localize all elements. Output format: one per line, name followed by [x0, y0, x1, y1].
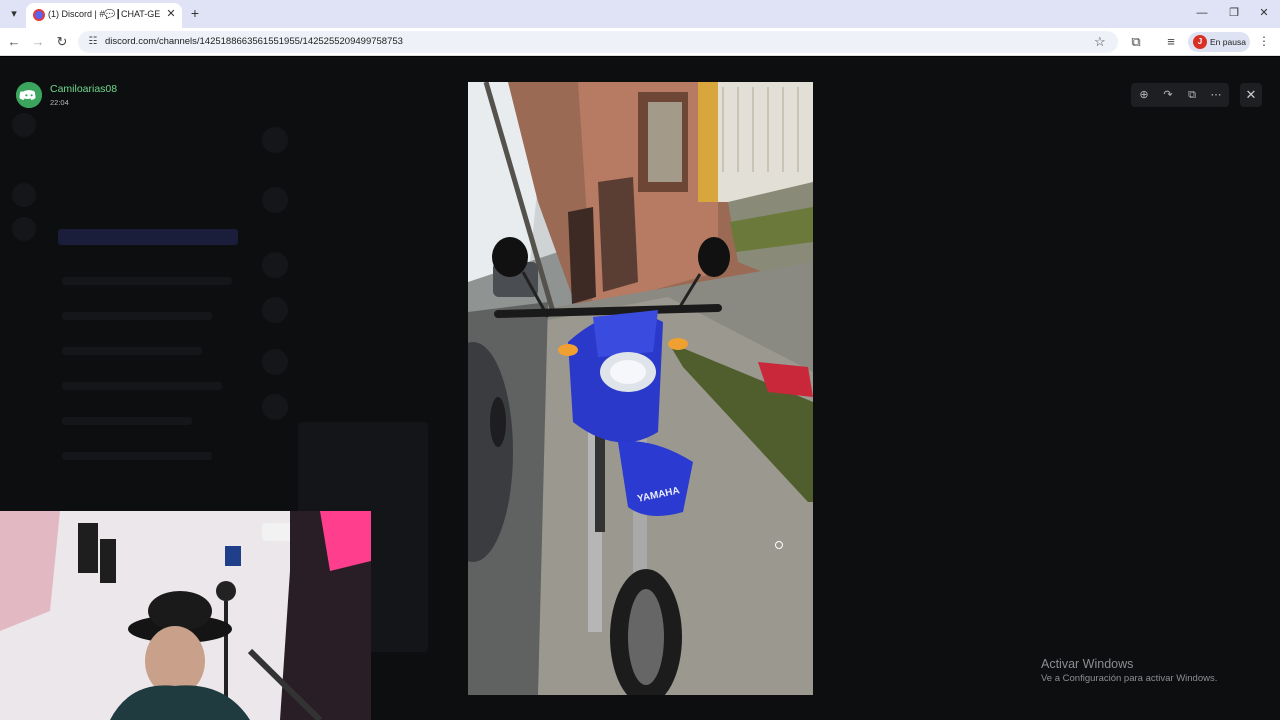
channel-row	[62, 312, 212, 320]
profile-status-label: En pausa	[1210, 37, 1246, 47]
channel-row	[62, 347, 202, 355]
forward-icon[interactable]: →	[30, 34, 46, 50]
restore-button[interactable]: ❐	[1222, 5, 1246, 21]
browser-tab[interactable]: (1) Discord | #💬┃CHAT-GENERAL ✕	[26, 3, 182, 28]
tab-strip: ▾ (1) Discord | #💬┃CHAT-GENERAL ✕ + — ❐ …	[0, 0, 1280, 28]
message-avatar	[262, 349, 288, 375]
discord-page: Camiloarias08 22:04 YAMAHA ⊕ ↷ ⧉ ⋯ ✕ Act…	[0, 57, 1280, 720]
tab-close-icon[interactable]: ✕	[164, 7, 178, 21]
forward-icon[interactable]: ↷	[1160, 87, 1176, 103]
message-avatar	[262, 252, 288, 278]
server-icon	[12, 217, 36, 241]
media-controls-icon[interactable]: ≡	[1163, 34, 1179, 50]
open-external-icon[interactable]: ⧉	[1184, 87, 1200, 103]
upload-timestamp: 22:04	[50, 98, 69, 107]
message-avatar	[262, 187, 288, 213]
zoom-in-icon[interactable]: ⊕	[1136, 87, 1152, 103]
tab-title: (1) Discord | #💬┃CHAT-GENERAL	[48, 9, 160, 19]
reload-icon[interactable]: ↻	[54, 34, 70, 50]
discord-favicon-icon	[33, 9, 45, 21]
webcam-overlay	[0, 511, 371, 720]
extensions-icon[interactable]: ⧉	[1128, 34, 1144, 50]
minimize-button[interactable]: —	[1190, 5, 1214, 21]
windows-activation-subtitle: Ve a Configuración para activar Windows.	[1041, 673, 1218, 684]
message-avatar	[262, 127, 288, 153]
windows-activation-title: Activar Windows	[1041, 657, 1134, 671]
mouse-cursor	[775, 541, 783, 549]
media-viewer-toolbar: ⊕ ↷ ⧉ ⋯	[1131, 83, 1229, 107]
more-icon[interactable]: ⋯	[1208, 87, 1224, 103]
channel-row	[62, 417, 192, 425]
channel-row	[62, 382, 222, 390]
profile-button[interactable]: J En pausa	[1188, 32, 1250, 52]
media-viewer-image[interactable]: YAMAHA	[468, 82, 813, 695]
address-bar[interactable]: ☷ discord.com/channels/14251886635615519…	[78, 31, 1118, 53]
banner-button	[58, 229, 238, 245]
url-text[interactable]: discord.com/channels/1425188663561551955…	[105, 36, 403, 47]
browser-menu-icon[interactable]: ⋮	[1258, 34, 1270, 48]
server-icon	[12, 183, 36, 207]
channel-row	[62, 277, 232, 285]
message-avatar	[262, 297, 288, 323]
discord-logo-icon[interactable]	[16, 82, 42, 108]
message-avatar	[262, 394, 288, 420]
site-info-icon[interactable]: ☷	[86, 35, 100, 49]
bookmark-star-icon[interactable]: ☆	[1094, 34, 1106, 50]
back-icon[interactable]: ←	[6, 34, 22, 50]
close-viewer-button[interactable]: ✕	[1240, 83, 1262, 107]
avatar: J	[1193, 35, 1207, 49]
new-tab-button[interactable]: +	[188, 6, 202, 20]
uploader-name[interactable]: Camiloarias08	[50, 83, 117, 95]
browser-toolbar: ← → ↻ ☷ discord.com/channels/14251886635…	[0, 28, 1280, 56]
server-icon	[12, 113, 36, 137]
close-window-button[interactable]: ✕	[1252, 5, 1276, 21]
tab-search-icon[interactable]: ▾	[6, 6, 22, 22]
channel-row	[62, 452, 212, 460]
